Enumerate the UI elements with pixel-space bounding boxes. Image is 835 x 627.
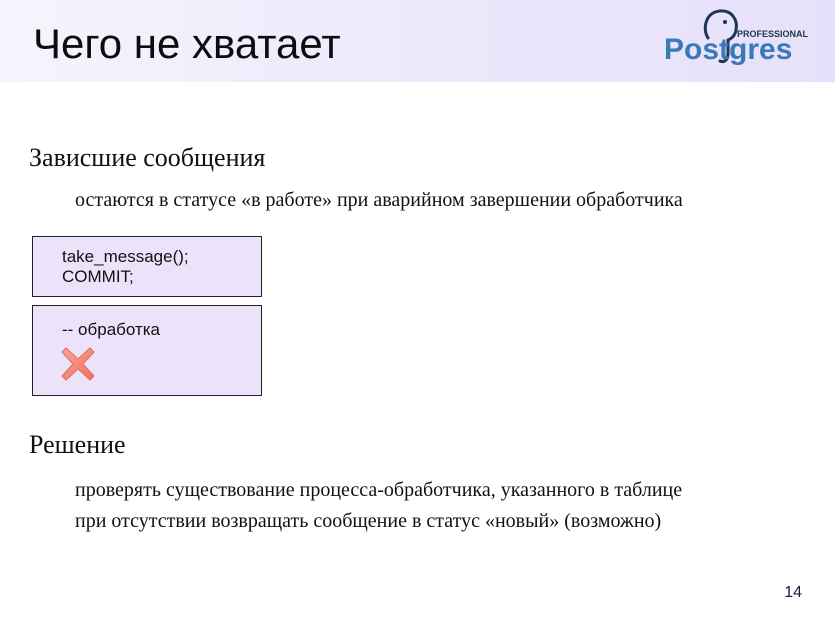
code-comment: -- обработка xyxy=(62,320,161,339)
section-heading-stuck-messages: Зависшие сообщения xyxy=(29,143,266,172)
postgres-professional-logo: PROFESSIONAL Postgres xyxy=(662,6,812,72)
code-box-processing: -- обработка xyxy=(32,305,262,396)
solution-line: при отсутствии возвращать сообщение в ст… xyxy=(75,510,662,532)
logo-brand-text: Postgres xyxy=(664,33,792,66)
slide-title: Чего не хватает xyxy=(33,20,341,67)
section-text-stuck-messages: остаются в статусе «в работе» при аварий… xyxy=(75,189,683,211)
slide-header: Чего не хватает PROFESSIONAL Postgres xyxy=(0,0,835,82)
section-heading-solution: Решение xyxy=(29,430,126,459)
cross-icon xyxy=(61,347,95,381)
elephant-logo-icon: PROFESSIONAL Postgres xyxy=(664,9,809,66)
code-box-take-message: take_message(); COMMIT; xyxy=(32,236,262,297)
code-line: COMMIT; xyxy=(62,267,134,286)
code-line: take_message(); xyxy=(62,247,189,266)
page-number: 14 xyxy=(784,584,802,601)
solution-line: проверять существование процесса-обработ… xyxy=(75,479,683,501)
